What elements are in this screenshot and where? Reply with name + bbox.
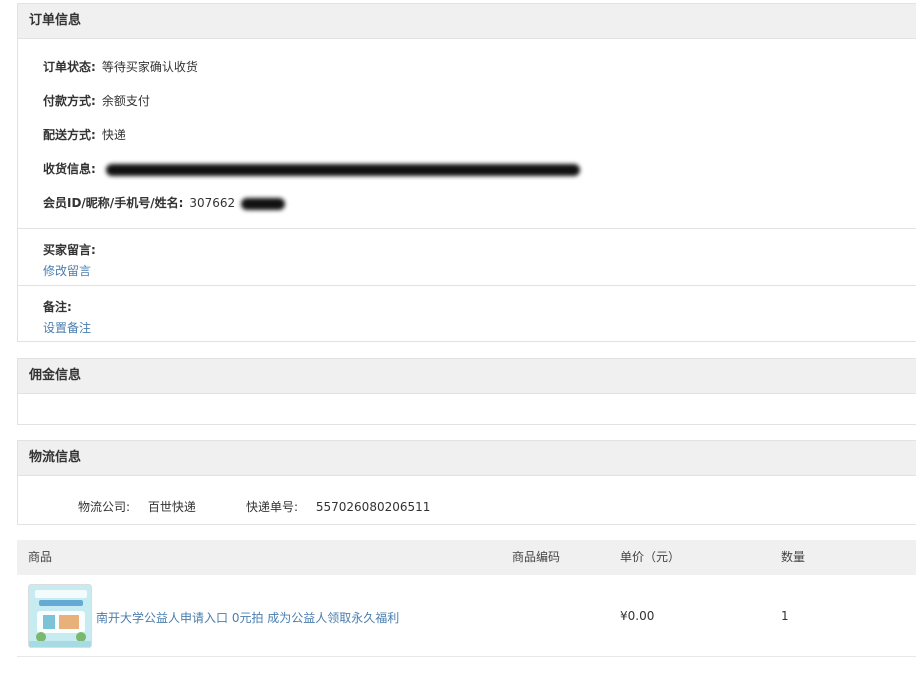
tracking-number-row: 快递单号: 557026080206511 [246,498,430,515]
order-status-label: 订单状态: [43,60,96,74]
payment-method-value: 余额支付 [101,94,150,108]
commission-info-panel: 佣金信息 [17,358,916,425]
logistics-info-panel: 物流信息 物流公司: 百世快递 快递单号: 557026080206511 [17,440,916,525]
col-header-quantity: 数量 [781,550,806,564]
remark-label: 备注: [43,300,72,314]
set-remark-link[interactable]: 设置备注 [43,319,91,336]
tracking-number-value: 557026080206511 [315,500,431,514]
order-info-title: 订单信息 [18,4,916,39]
logistics-company-row: 物流公司: 百世快递 [78,498,196,515]
divider [18,228,916,229]
logistics-company-label: 物流公司: [78,500,131,514]
product-quantity: 1 [781,609,789,623]
tracking-number-label: 快递单号: [246,500,299,514]
product-title-link[interactable]: 南开大学公益人申请入口 0元拍 成为公益人领取永久福利 [96,609,399,626]
buyer-note-label: 买家留言: [43,243,96,257]
payment-method-label: 付款方式: [43,94,96,108]
logistics-info-title: 物流信息 [18,441,916,476]
product-price: ¥0.00 [620,609,655,623]
col-header-code: 商品编码 [512,550,561,564]
member-info-row: 会员ID/昵称/手机号/姓名: 307662 [43,194,286,211]
delivery-method-label: 配送方式: [43,128,96,142]
redacted-receiver-info [105,163,580,176]
divider [18,285,916,286]
goods-table: 商品 商品编码 单价（元） 数量 [17,540,916,657]
col-header-goods: 商品 [28,550,53,564]
member-info-label: 会员ID/昵称/手机号/姓名: [43,196,184,210]
order-status-value: 等待买家确认收货 [101,60,198,74]
product-image [29,585,91,647]
order-status-row: 订单状态: 等待买家确认收货 [43,58,198,75]
member-id-value: 307662 [189,196,236,210]
delivery-method-row: 配送方式: 快递 [43,126,126,143]
commission-info-title: 佣金信息 [18,359,916,394]
receiver-info-label: 收货信息: [43,162,96,176]
goods-table-header: 商品 商品编码 单价（元） 数量 [17,540,916,575]
order-info-panel: 订单信息 订单状态: 等待买家确认收货 付款方式: 余额支付 配送方式: 快递 收货信… [17,3,916,342]
delivery-method-value: 快递 [101,128,126,142]
col-header-price: 单价（元） [620,550,681,564]
product-thumbnail[interactable] [28,584,92,648]
payment-method-row: 付款方式: 余额支付 [43,92,150,109]
edit-buyer-note-link[interactable]: 修改留言 [43,262,91,279]
logistics-company-value: 百世快递 [147,500,196,514]
redacted-member-info [241,197,286,210]
receiver-info-row: 收货信息: [43,160,580,177]
